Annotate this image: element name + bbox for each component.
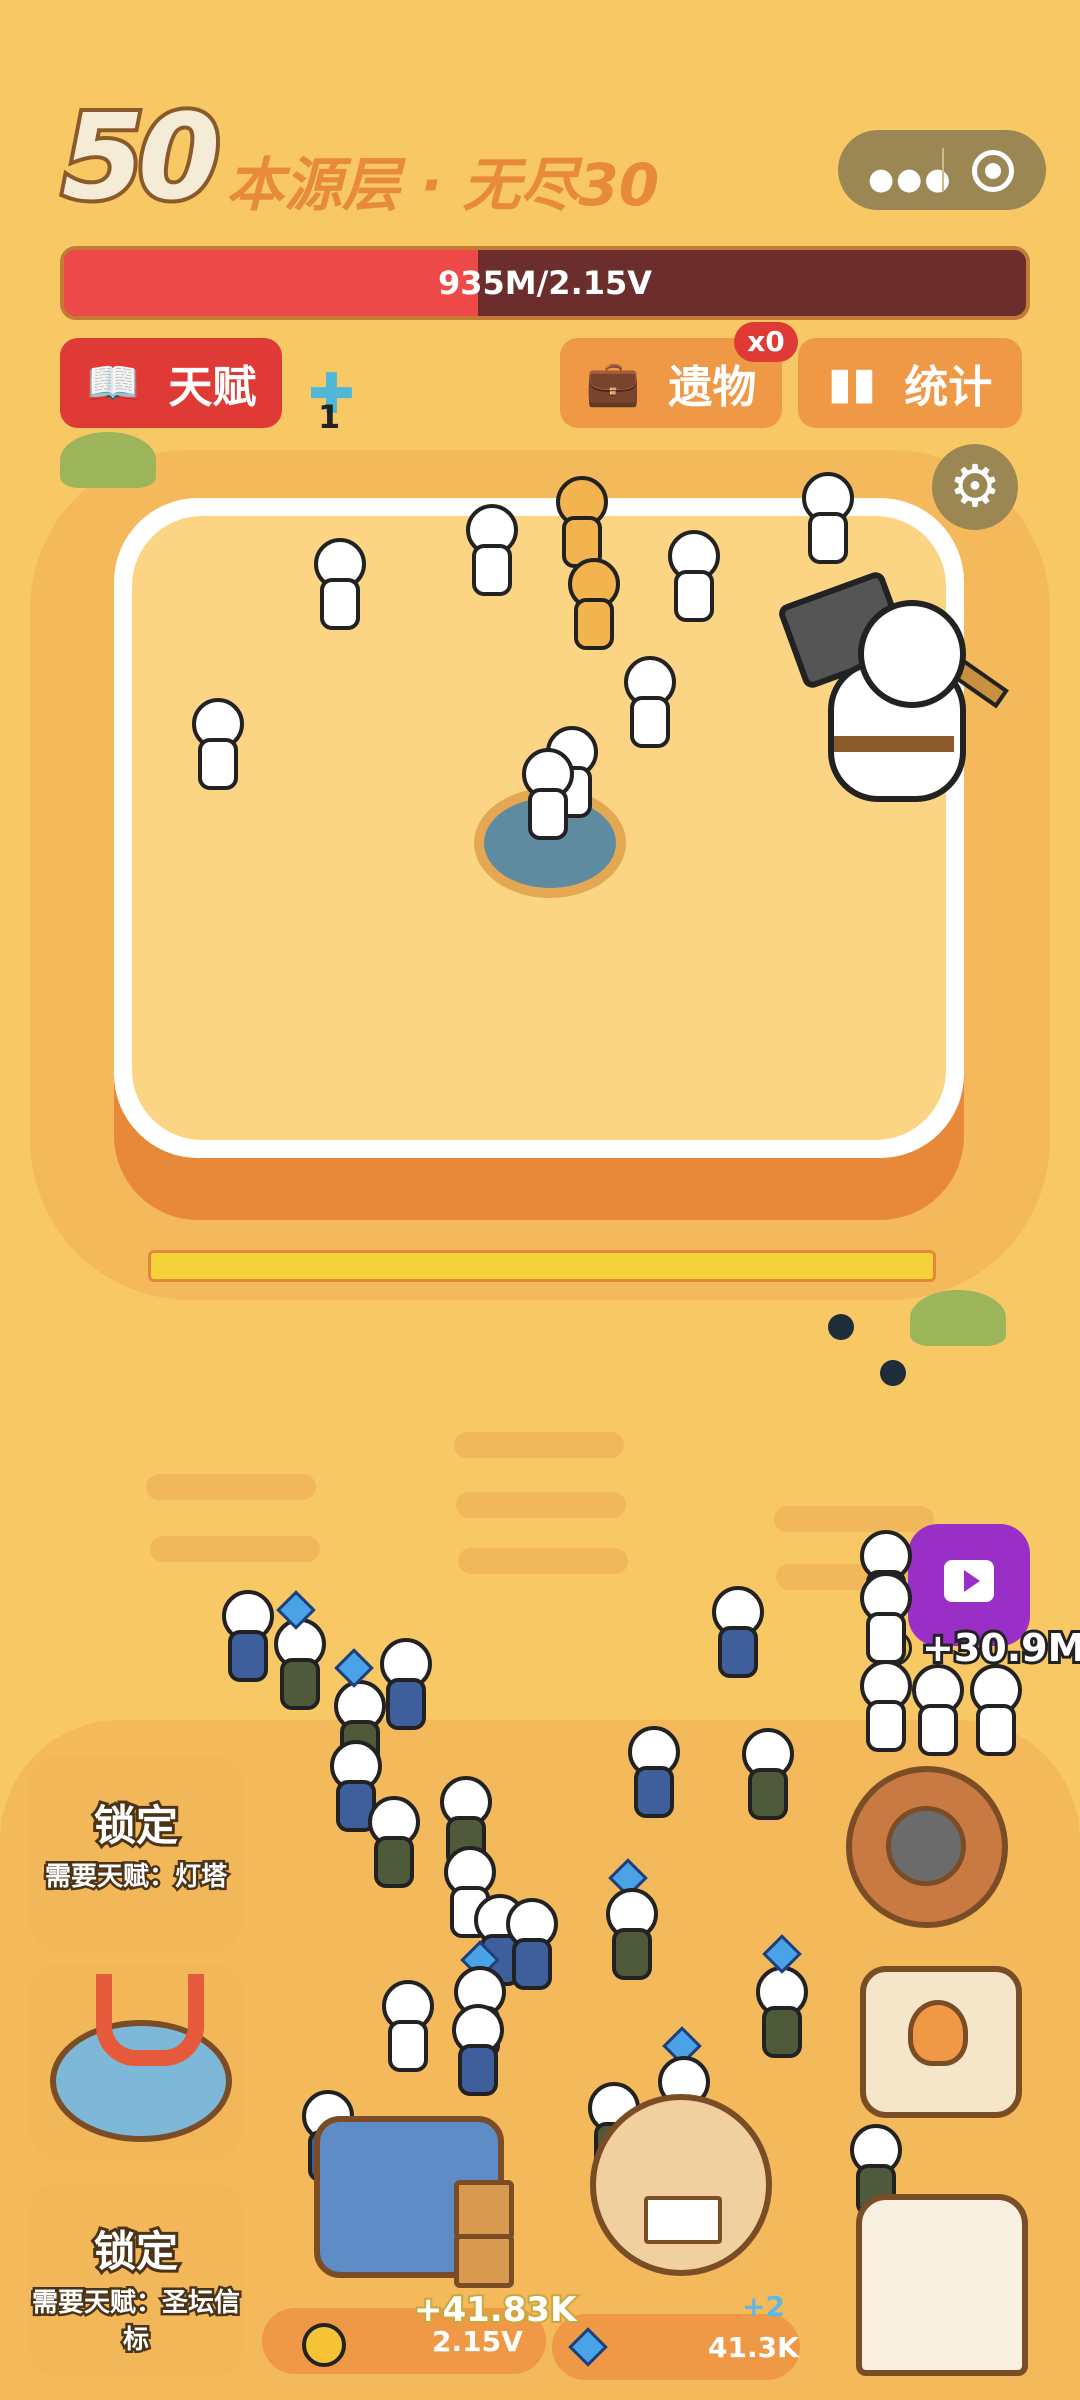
enemy-figure xyxy=(664,530,720,626)
enemy-figure xyxy=(310,538,366,634)
relic-label: 遗物 xyxy=(668,362,757,413)
boss-hp-bar: 935M/2.15V xyxy=(60,246,1030,320)
sand-stripe xyxy=(456,1492,626,1518)
worker-figure xyxy=(624,1726,680,1822)
worker-figure xyxy=(218,1590,274,1686)
magnet-icon xyxy=(96,1974,204,2066)
worker-figure xyxy=(602,1888,658,1984)
coin-icon xyxy=(302,2323,346,2367)
worker-figure xyxy=(270,1618,326,1714)
worker-figure xyxy=(364,1796,420,1892)
talent-label: 天赋 xyxy=(168,362,257,413)
book-icon: 📖 xyxy=(85,358,141,409)
target-close-icon[interactable] xyxy=(972,150,1014,192)
enemy-figure xyxy=(188,698,244,794)
sand-stripe xyxy=(454,1432,624,1458)
play-video-icon xyxy=(944,1560,994,1602)
bomb-icon xyxy=(880,1360,906,1386)
floating-gain-text: +41.83K xyxy=(412,2288,578,2332)
capsule-divider xyxy=(942,148,944,192)
giant-boss-belt xyxy=(834,736,954,752)
worker-figure xyxy=(502,1898,558,1994)
worker-figure xyxy=(856,1660,912,1756)
stats-button[interactable]: ▮▮ 统计 xyxy=(798,338,1022,428)
talent-button[interactable]: 📖 天赋 xyxy=(60,338,282,428)
camp-tent-building[interactable] xyxy=(856,2194,1028,2376)
level-title: 本源层 · 无尽30 xyxy=(226,151,660,219)
enemy-figure xyxy=(564,558,620,654)
worker-figure xyxy=(738,1728,794,1824)
gem-gain-text: +2 xyxy=(742,2290,785,2323)
library-building[interactable] xyxy=(590,2094,772,2276)
hp-text: 935M/2.15V xyxy=(437,264,653,302)
enemy-figure xyxy=(620,656,676,752)
briefcase-icon: 💼 xyxy=(585,358,641,409)
worker-figure xyxy=(856,1572,912,1668)
locked-slot-lighthouse[interactable]: 锁定 需要天赋：灯塔 xyxy=(28,1756,244,1952)
level-number: 50 xyxy=(58,84,224,230)
dial-icon xyxy=(886,1806,966,1886)
gear-icon[interactable]: ⚙ xyxy=(932,444,1018,530)
wave-progress-bar xyxy=(148,1250,936,1282)
gem-icon xyxy=(568,2327,608,2367)
bomb-icon xyxy=(828,1314,854,1340)
enemy-figure xyxy=(518,748,574,844)
crate-icon xyxy=(454,2180,514,2240)
worker-figure xyxy=(376,1638,432,1734)
locked-requirement: 需要天赋：圣坛信标 xyxy=(29,2286,242,2358)
sand-stripe xyxy=(150,1536,320,1562)
sand-stripe xyxy=(774,1506,934,1532)
worker-figure xyxy=(752,1966,808,2062)
worker-figure xyxy=(378,1980,434,2076)
bar-chart-icon: ▮▮ xyxy=(827,357,877,409)
sand-stripe xyxy=(146,1474,316,1500)
giant-boss-head xyxy=(858,600,966,708)
grass-icon xyxy=(60,432,156,488)
worker-figure xyxy=(908,1664,964,1760)
gem-resource-pill: 41.3K xyxy=(552,2314,800,2380)
enemy-figure xyxy=(798,472,854,568)
stats-label: 统计 xyxy=(904,362,993,413)
kettlebell-icon xyxy=(908,2000,968,2066)
enemy-figure xyxy=(462,504,518,600)
locked-title: 锁定 xyxy=(91,1798,181,1853)
cross-count: 1 xyxy=(318,398,341,436)
worker-figure xyxy=(966,1664,1022,1760)
grass-icon xyxy=(910,1290,1006,1346)
mini-program-capsule: ●●● xyxy=(838,130,1046,210)
crate-icon xyxy=(454,2234,514,2288)
relic-count-badge: x0 xyxy=(734,322,798,362)
sand-stripe xyxy=(458,1548,628,1574)
worker-figure xyxy=(708,1586,764,1682)
open-book-icon xyxy=(644,2196,722,2244)
locked-requirement: 需要天赋：灯塔 xyxy=(42,1860,229,1895)
locked-title: 锁定 xyxy=(91,2224,181,2279)
worker-figure xyxy=(448,2004,504,2100)
more-dots-icon[interactable]: ●●● xyxy=(868,162,953,197)
locked-slot-altar-beacon[interactable]: 锁定 需要天赋：圣坛信标 xyxy=(28,2182,244,2378)
gem-amount: 41.3K xyxy=(708,2331,799,2364)
